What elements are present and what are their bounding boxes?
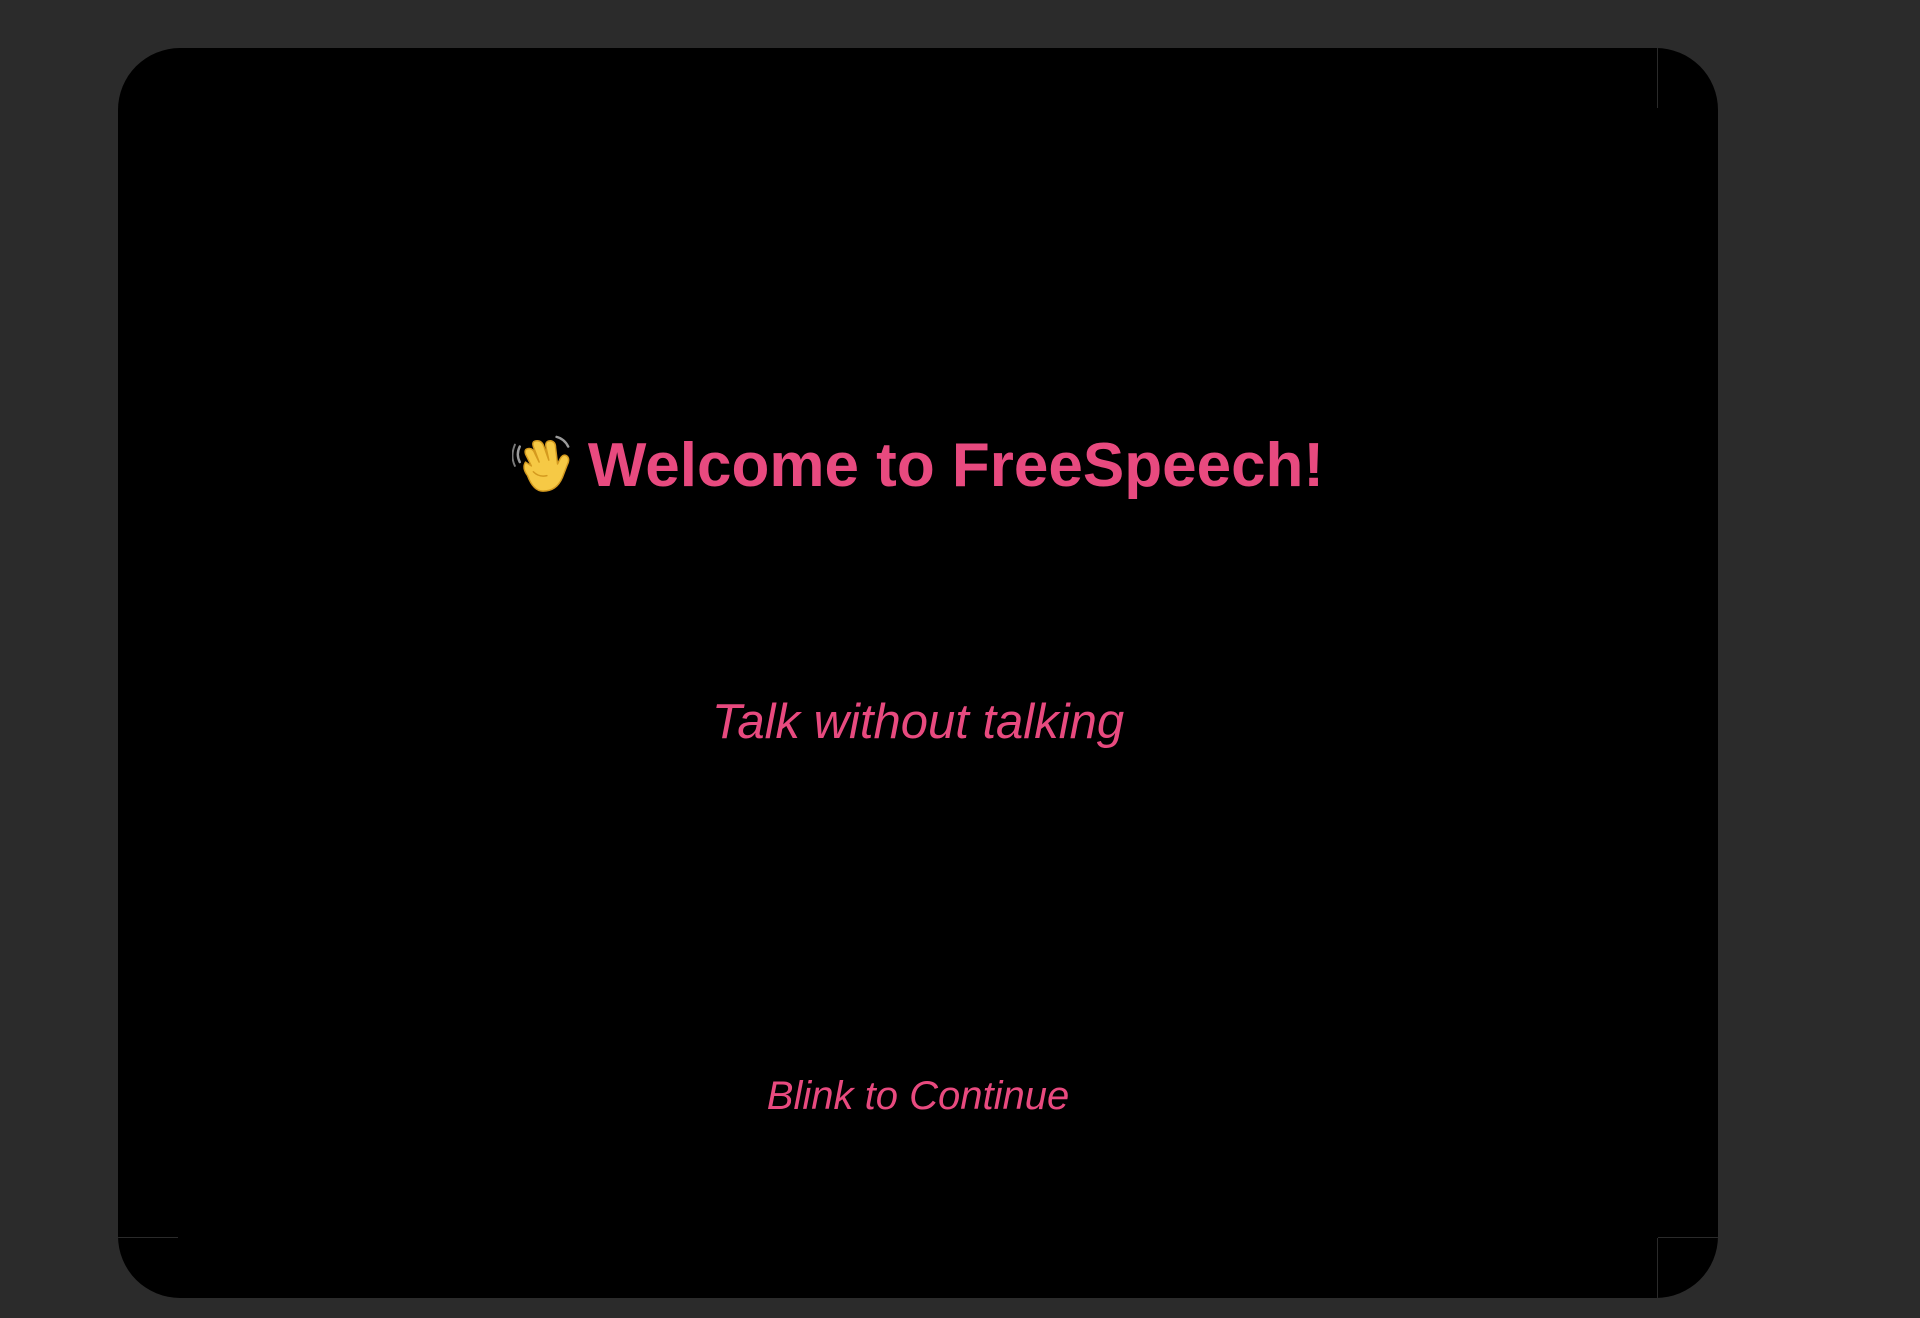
welcome-title: Welcome to FreeSpeech! — [587, 431, 1325, 500]
tagline: Talk without talking — [711, 695, 1125, 749]
waving-hand-icon — [511, 433, 574, 495]
window-corner-line — [1657, 48, 1658, 108]
blink-to-continue-prompt[interactable]: Blink to Continue — [118, 1072, 1718, 1120]
welcome-heading: Welcome to FreeSpeech! — [118, 430, 1718, 502]
app-window: Welcome to FreeSpeech! Talk without talk… — [118, 48, 1718, 1298]
window-corner-line — [1658, 1237, 1718, 1238]
window-corner-line — [1657, 1238, 1658, 1298]
window-corner-line — [118, 1237, 178, 1238]
